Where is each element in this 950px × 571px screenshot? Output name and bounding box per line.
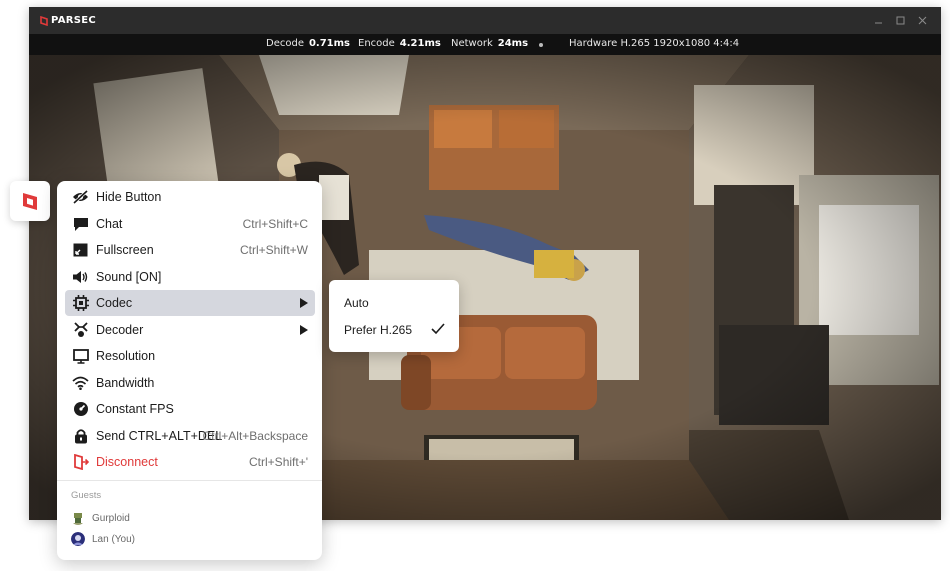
app-name: PARSEC bbox=[51, 15, 97, 26]
menu-item-shortcut: Ctrl+Shift+W bbox=[239, 243, 308, 257]
network-label: Network bbox=[451, 38, 493, 49]
fullscreen-icon bbox=[72, 242, 89, 259]
parsec-overlay-button[interactable] bbox=[10, 181, 50, 221]
maximize-button[interactable] bbox=[889, 7, 911, 34]
avatar-icon bbox=[71, 532, 85, 546]
parsec-logo-icon bbox=[23, 193, 37, 210]
disconnect-icon bbox=[72, 454, 89, 471]
decode-value: 0.71ms bbox=[308, 38, 351, 49]
hardware-stat: Hardware H.265 1920x1080 4:4:4 bbox=[569, 38, 740, 49]
gauge-icon bbox=[72, 401, 89, 418]
parsec-logo-icon bbox=[40, 15, 48, 26]
window-controls bbox=[867, 7, 933, 34]
network-stat: Network 24ms bbox=[451, 38, 528, 49]
close-button[interactable] bbox=[911, 7, 933, 34]
decoder-icon bbox=[72, 322, 89, 339]
monitor-icon bbox=[72, 348, 89, 365]
chip-icon bbox=[72, 295, 89, 312]
decode-stat: Decode 0.71ms bbox=[266, 38, 350, 49]
parsec-logo: PARSEC bbox=[40, 7, 96, 34]
menu-item-shortcut: Ctrl+Alt+Backspace bbox=[202, 429, 308, 443]
menu-item-label: Codec bbox=[96, 296, 133, 310]
menu-item-codec[interactable]: Codec bbox=[65, 290, 315, 316]
menu-item-chat[interactable]: Chat Ctrl+Shift+C bbox=[65, 211, 315, 237]
menu-item-constant-fps[interactable]: Constant FPS bbox=[65, 396, 315, 422]
checkmark-icon bbox=[431, 323, 445, 335]
menu-item-label: Sound [ON] bbox=[96, 270, 162, 284]
minimize-button[interactable] bbox=[867, 7, 889, 34]
menu-item-label: Decoder bbox=[96, 323, 144, 337]
menu-item-decoder[interactable]: Decoder bbox=[65, 317, 315, 343]
menu-item-send-ctrl-alt-del[interactable]: Send CTRL+ALT+DEL Ctrl+Alt+Backspace bbox=[65, 423, 315, 449]
codec-option-label: Prefer H.265 bbox=[344, 323, 413, 337]
menu-item-label: Constant FPS bbox=[96, 402, 174, 416]
lock-icon bbox=[72, 428, 89, 445]
guest-item-gurploid[interactable]: Gurploid bbox=[71, 510, 130, 526]
guest-name: Lan (You) bbox=[92, 533, 135, 545]
menu-item-sound[interactable]: Sound [ON] bbox=[65, 264, 315, 290]
menu-item-shortcut: Ctrl+Shift+' bbox=[249, 455, 308, 469]
codec-option-label: Auto bbox=[344, 296, 369, 310]
title-bar[interactable]: PARSEC bbox=[29, 7, 941, 34]
separator-dot bbox=[539, 43, 543, 47]
menu-item-shortcut: Ctrl+Shift+C bbox=[242, 217, 308, 231]
codec-submenu: Auto Prefer H.265 bbox=[329, 280, 459, 352]
menu-item-label: Fullscreen bbox=[96, 243, 154, 257]
menu-item-hide-button[interactable]: Hide Button bbox=[65, 184, 315, 210]
menu-item-label: Disconnect bbox=[96, 455, 158, 469]
wifi-icon bbox=[72, 375, 89, 392]
encode-label: Encode bbox=[358, 38, 395, 49]
menu-item-resolution[interactable]: Resolution bbox=[65, 343, 315, 369]
overlay-menu: Hide Button Chat Ctrl+Shift+C Fullscreen… bbox=[57, 181, 322, 560]
minimize-icon bbox=[874, 22, 882, 24]
stream-stats-bar: Decode 0.71ms Encode 4.21ms Network 24ms Ha… bbox=[29, 34, 941, 55]
menu-item-label: Resolution bbox=[96, 349, 156, 363]
eye-off-icon bbox=[72, 189, 89, 206]
maximize-icon bbox=[896, 16, 904, 25]
codec-option-prefer-h265[interactable]: Prefer H.265 bbox=[329, 317, 459, 343]
menu-item-label: Hide Button bbox=[96, 190, 162, 204]
menu-item-disconnect[interactable]: Disconnect Ctrl+Shift+' bbox=[65, 449, 315, 475]
decode-label: Decode bbox=[266, 38, 304, 49]
submenu-arrow-icon bbox=[300, 325, 308, 335]
menu-divider bbox=[57, 480, 322, 481]
chat-icon bbox=[72, 216, 89, 233]
avatar-icon bbox=[71, 511, 85, 525]
guests-heading: Guests bbox=[71, 490, 102, 501]
network-value: 24ms bbox=[497, 38, 529, 49]
close-icon bbox=[918, 16, 926, 25]
guest-name: Gurploid bbox=[92, 512, 130, 524]
encode-value: 4.21ms bbox=[399, 38, 441, 49]
encode-stat: Encode 4.21ms bbox=[358, 38, 441, 49]
submenu-arrow-icon bbox=[300, 298, 308, 308]
codec-option-auto[interactable]: Auto bbox=[329, 290, 459, 316]
guest-item-lan[interactable]: Lan (You) bbox=[71, 531, 135, 547]
speaker-icon bbox=[72, 269, 89, 286]
menu-item-label: Bandwidth bbox=[96, 376, 155, 390]
menu-item-label: Chat bbox=[96, 217, 123, 231]
menu-item-bandwidth[interactable]: Bandwidth bbox=[65, 370, 315, 396]
menu-item-fullscreen[interactable]: Fullscreen Ctrl+Shift+W bbox=[65, 237, 315, 263]
